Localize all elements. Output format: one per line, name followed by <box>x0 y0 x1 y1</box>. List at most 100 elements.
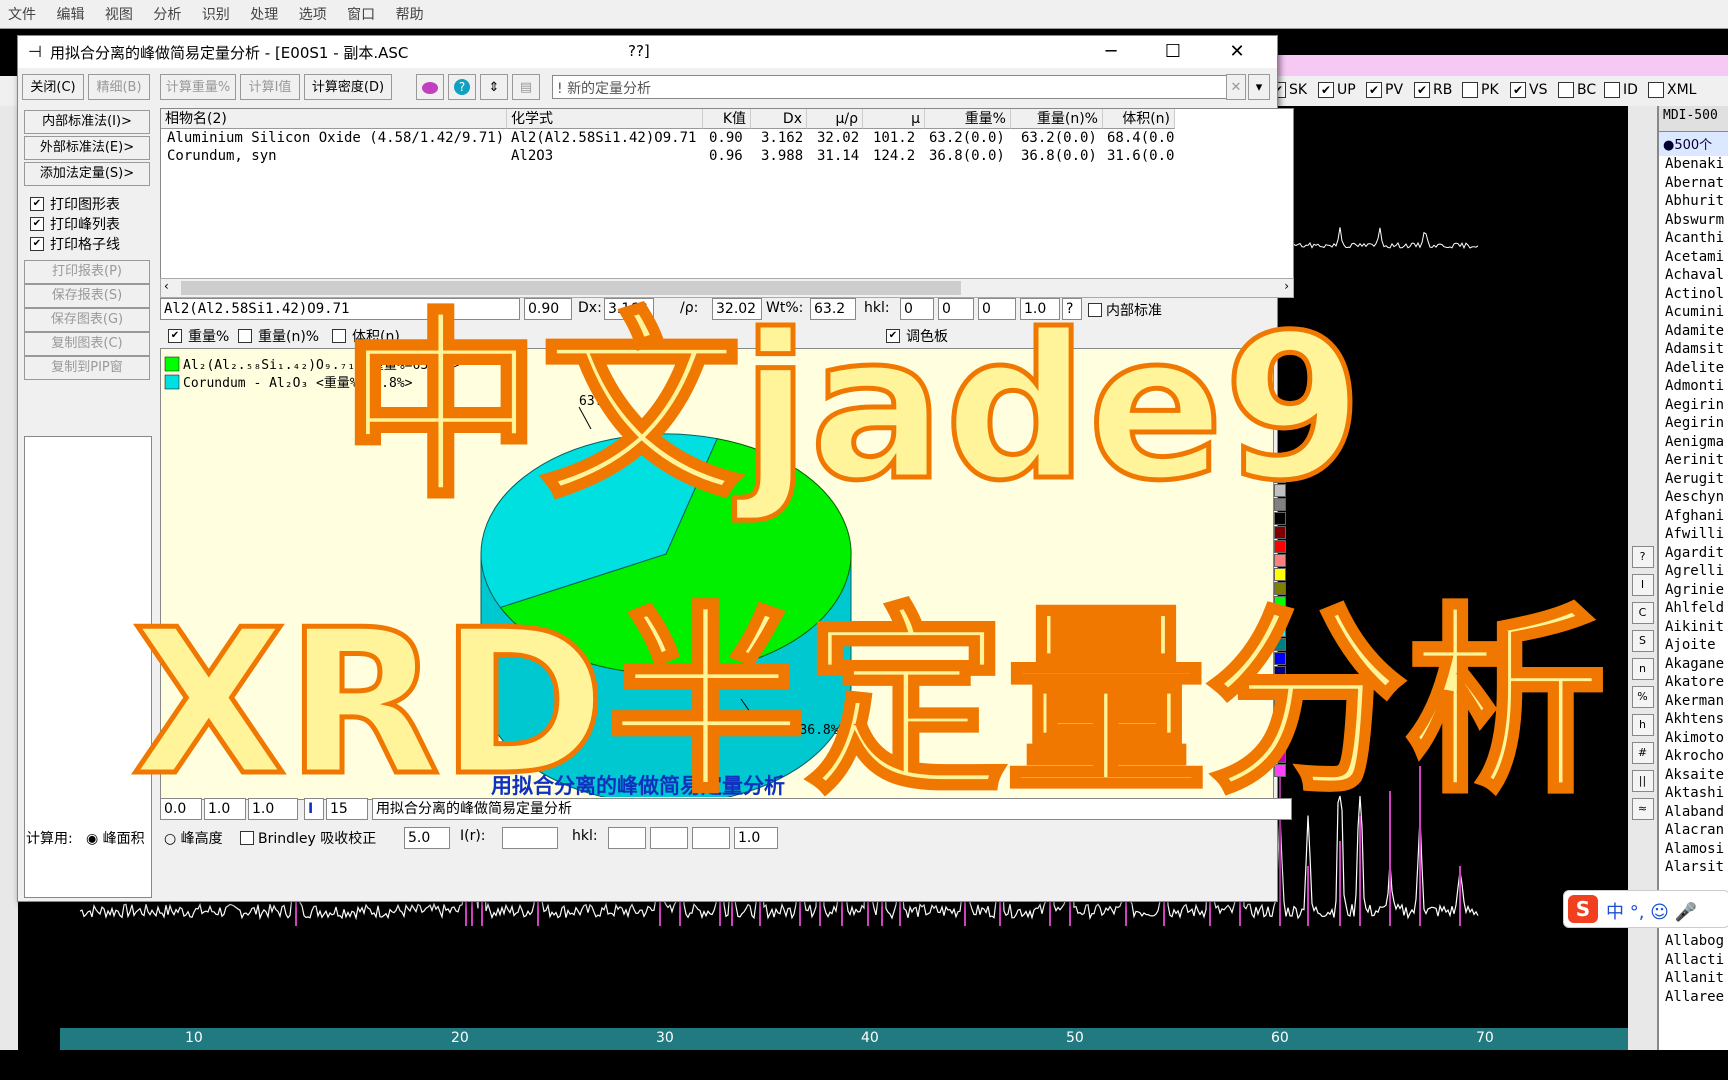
k-stepper[interactable] <box>650 827 688 849</box>
toggle-pk[interactable]: PK <box>1462 82 1499 98</box>
checkbox-icon: ✔ <box>1414 82 1430 98</box>
mineral-list-item[interactable]: Abenaki <box>1659 156 1728 175</box>
bg-menu-item[interactable]: 编辑 <box>48 0 92 28</box>
column-header[interactable]: 体积(n) <box>1103 109 1175 129</box>
column-header[interactable]: μ <box>863 109 925 129</box>
print-peaks-checkbox[interactable]: ✔ 打印峰列表 <box>30 214 120 234</box>
radio-peak-area[interactable]: ◉ 峰面积 <box>86 828 145 848</box>
h-stepper[interactable] <box>608 827 646 849</box>
l-stepper[interactable] <box>692 827 730 849</box>
column-header[interactable]: μ/ρ <box>807 109 863 129</box>
addition-method-button[interactable]: 添加法定量(S)> <box>24 162 150 186</box>
print-icon[interactable]: ▤ <box>512 74 540 100</box>
list-subheader: ●500个 <box>1659 132 1728 156</box>
mineral-list-item[interactable]: Allanit <box>1659 970 1728 989</box>
ime-toolbar[interactable]: S 中 °, ☺ 🎤 <box>1563 890 1728 928</box>
mineral-list-item[interactable]: Allabog <box>1659 933 1728 952</box>
mineral-list-item[interactable]: Alarsit <box>1659 859 1728 878</box>
brindley-checkbox[interactable]: Brindley 吸收校正 <box>240 828 376 848</box>
internal-standard-button[interactable]: 内部标准法(I)> <box>24 110 150 134</box>
ir-scale-stepper[interactable]: 1.0 <box>734 827 778 849</box>
fine-button[interactable]: 精细(B) <box>88 74 150 100</box>
pin-icon[interactable]: ⊣ <box>28 42 42 61</box>
calc-weight-button[interactable]: 计算重量% <box>160 74 236 100</box>
bg-menu-item[interactable]: 处理 <box>242 0 286 28</box>
mineral-list-item[interactable]: Allaree <box>1659 989 1728 1008</box>
table-cell: 101.2 <box>873 130 916 146</box>
query-input[interactable]: ! 新的定量分析 <box>552 75 1242 99</box>
spin-arrows-icon[interactable]: ⇕ <box>480 74 508 100</box>
list-header: MDI-500 <box>1659 106 1728 132</box>
axis-tick-label: 10 <box>185 1030 203 1046</box>
axis-tick-label: 70 <box>1476 1030 1494 1046</box>
brindley-value-stepper[interactable]: 5.0 <box>404 827 450 849</box>
help-icon[interactable]: ? <box>448 74 476 100</box>
bg-menubar: 文件 编辑 视图 分析 识别 处理 选项 窗口 帮助 <box>0 0 1728 29</box>
column-header[interactable]: 化学式 <box>507 109 703 129</box>
two-theta-axis: 10 20 30 40 50 60 70 <box>60 1028 1628 1050</box>
table-cell: 31.6(0.0 <box>1107 148 1175 164</box>
column-header[interactable]: 重量% <box>925 109 1011 129</box>
bg-menu-item[interactable]: 帮助 <box>388 0 432 28</box>
table-cell: 124.2 <box>873 148 916 164</box>
radio-peak-height[interactable]: ○ 峰高度 <box>164 828 223 848</box>
mineral-list-item[interactable]: Allacti <box>1659 952 1728 971</box>
dialog-title-extra: ??] <box>628 42 650 60</box>
toggle-rb[interactable]: ✔ RB <box>1414 82 1452 98</box>
external-standard-button[interactable]: 外部标准法(E)> <box>24 136 150 160</box>
axis-tick-label: 40 <box>861 1030 879 1046</box>
column-header[interactable]: 重量(n)% <box>1011 109 1103 129</box>
column-header[interactable]: 相物名(2) <box>161 109 507 129</box>
toggle-up[interactable]: ✔ UP <box>1318 82 1356 98</box>
query-dropdown-icon[interactable]: ▾ <box>1248 74 1270 100</box>
overlay-title-line2: XRD半定量分析 <box>129 585 1608 823</box>
bg-menu-item[interactable]: 视图 <box>97 0 141 28</box>
mineral-list-item[interactable]: Abhurit <box>1659 193 1728 212</box>
close-button[interactable]: 关闭(C) <box>22 74 84 100</box>
table-cell: 3.988 <box>761 148 804 164</box>
bottom-black-bar <box>0 1050 1728 1080</box>
table-cell: Al2(Al2.58Si1.42)O9.71 <box>511 130 697 146</box>
table-cell: Aluminium Silicon Oxide (4.58/1.42/9.71) <box>167 130 505 146</box>
checkbox-icon <box>1462 82 1478 98</box>
mineral-list-item[interactable]: Abernat <box>1659 175 1728 194</box>
checkbox-icon <box>1648 82 1664 98</box>
checkbox-icon: ✔ <box>30 217 44 231</box>
palette-icon[interactable] <box>416 74 444 100</box>
table-cell: 32.02 <box>817 130 860 146</box>
bg-menu-item[interactable]: 文件 <box>0 0 44 28</box>
bg-menu-item[interactable]: 分析 <box>145 0 189 28</box>
table-cell: 68.4(0.0 <box>1107 130 1175 146</box>
table-cell: 3.162 <box>761 130 804 146</box>
axis-tick-label: 50 <box>1066 1030 1084 1046</box>
checkbox-icon: ✔ <box>1318 82 1334 98</box>
bg-menu-item[interactable]: 识别 <box>194 0 238 28</box>
column-header[interactable]: Dx <box>751 109 807 129</box>
toggle-id[interactable]: ID <box>1604 82 1638 98</box>
minimize-button[interactable]: ─ <box>1080 36 1142 68</box>
column-header[interactable]: K值 <box>703 109 751 129</box>
toggle-bc[interactable]: BC <box>1558 82 1596 98</box>
dialog-titlebar: ⊣ 用拟合分离的峰做简易定量分析 - [E00S1 - 副本.ASC ??] ─… <box>18 36 1277 68</box>
table-cell: 0.90 <box>709 130 743 146</box>
toggle-pv[interactable]: ✔ PV <box>1366 82 1403 98</box>
sogou-logo-icon: S <box>1568 895 1598 923</box>
mineral-list-item[interactable]: Abswurm <box>1659 212 1728 231</box>
ir-stepper[interactable] <box>502 827 558 849</box>
toggle-vs[interactable]: ✔ VS <box>1510 82 1547 98</box>
axis-tick-label: 30 <box>656 1030 674 1046</box>
bg-menu-item[interactable]: 窗口 <box>339 0 383 28</box>
dialog-toolbar: 关闭(C) 精细(B) 计算重量% 计算I值 计算密度(D) ? ⇕ ▤ ! 新… <box>18 72 1277 104</box>
clear-query-icon[interactable]: ✕ <box>1226 74 1246 100</box>
calc-density-button[interactable]: 计算密度(D) <box>304 74 392 100</box>
table-cell: Corundum, syn <box>167 148 277 164</box>
maximize-button[interactable]: ☐ <box>1142 36 1204 68</box>
print-graph-checkbox[interactable]: ✔ 打印图形表 <box>30 194 120 214</box>
dialog-title: 用拟合分离的峰做简易定量分析 - [E00S1 - 副本.ASC <box>50 44 409 62</box>
close-window-button[interactable]: ✕ <box>1206 36 1268 68</box>
table-cell: 36.8(0.0) <box>929 148 1005 164</box>
mineral-list-item[interactable]: Alamosi <box>1659 841 1728 860</box>
bg-menu-item[interactable]: 选项 <box>291 0 335 28</box>
calc-i-button[interactable]: 计算I值 <box>240 74 300 100</box>
toggle-xml[interactable]: XML <box>1648 82 1696 98</box>
